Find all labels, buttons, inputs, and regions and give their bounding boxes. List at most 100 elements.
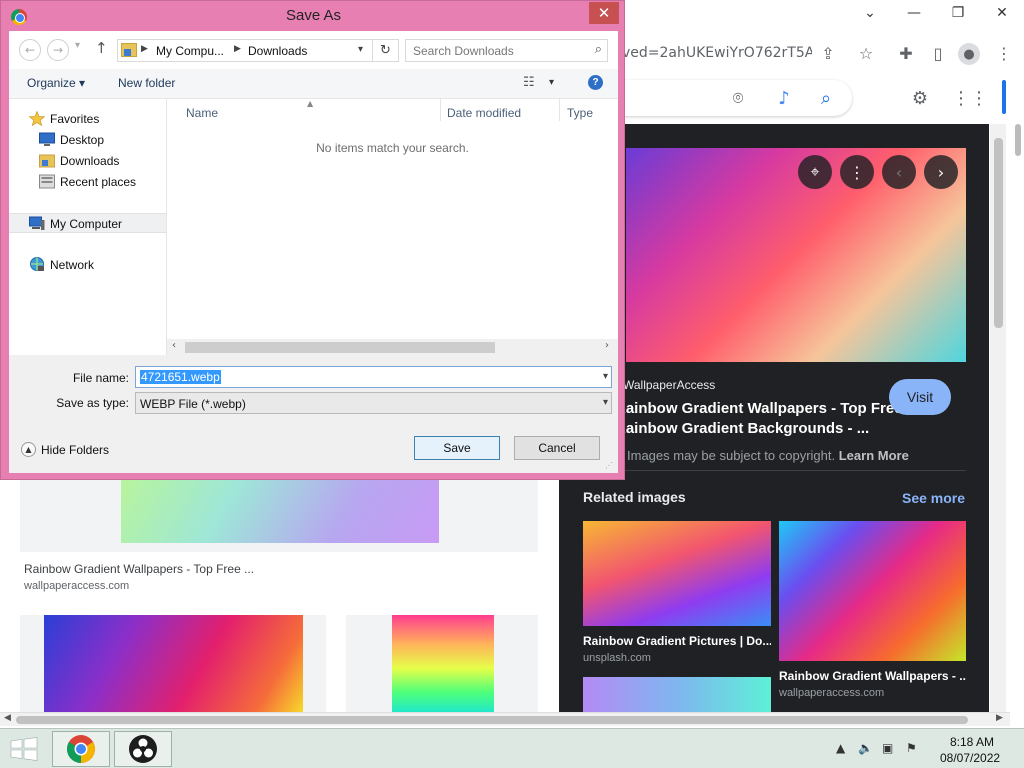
apps-grid-icon[interactable]: ⋮⋮ bbox=[952, 86, 988, 110]
extensions-icon[interactable]: ✚ bbox=[896, 43, 916, 63]
save-button[interactable]: Save bbox=[414, 436, 500, 460]
horizontal-scrollbar[interactable]: ◀ ▶ bbox=[0, 712, 1010, 726]
column-type[interactable]: Type bbox=[567, 106, 593, 120]
file-name-input[interactable]: 4721651.webp ▾ bbox=[135, 366, 612, 388]
taskbar-chrome[interactable] bbox=[52, 731, 110, 767]
preview-image[interactable] bbox=[626, 148, 966, 362]
help-icon[interactable]: ? bbox=[588, 75, 603, 90]
forward-arrow-icon[interactable]: → bbox=[47, 39, 69, 61]
camera-icon[interactable]: ⌾ bbox=[726, 86, 750, 110]
nav-favorites[interactable]: Favorites bbox=[9, 109, 166, 129]
breadcrumb-downloads[interactable]: Downloads bbox=[248, 44, 307, 58]
search-input[interactable] bbox=[406, 40, 586, 61]
result-image-tile[interactable] bbox=[20, 615, 326, 712]
clock-time[interactable]: 8:18 AM bbox=[950, 735, 994, 749]
scroll-left-icon[interactable]: ‹ bbox=[172, 340, 176, 351]
result-caption[interactable]: Rainbow Gradient Wallpapers - Top Free .… bbox=[24, 562, 254, 576]
back-arrow-icon[interactable]: ← bbox=[19, 39, 41, 61]
recent-locations-dropdown-icon[interactable]: ▾ bbox=[75, 40, 80, 51]
close-button[interactable]: ✕ bbox=[980, 0, 1024, 26]
side-panel-icon[interactable]: ▯ bbox=[928, 43, 948, 63]
scroll-right-icon[interactable]: › bbox=[605, 340, 609, 351]
nav-downloads[interactable]: Downloads bbox=[9, 151, 166, 171]
next-arrow-icon[interactable]: › bbox=[924, 155, 958, 189]
organize-menu[interactable]: Organize ▾ bbox=[27, 76, 85, 90]
scrollbar-thumb[interactable] bbox=[994, 138, 1003, 328]
action-center-icon[interactable]: ⚑ bbox=[906, 741, 917, 755]
learn-more-link[interactable]: Learn More bbox=[839, 448, 909, 463]
preview-title[interactable]: Rainbow Gradient Wallpapers - Top Free R… bbox=[615, 399, 915, 439]
profile-avatar-icon[interactable]: ● bbox=[958, 43, 980, 65]
save-as-type-select[interactable]: WEBP File (*.webp) ▾ bbox=[135, 392, 612, 414]
result-image-tile[interactable] bbox=[20, 470, 538, 552]
scrollbar-thumb[interactable] bbox=[16, 716, 968, 724]
taskbar-obs[interactable] bbox=[114, 731, 172, 767]
change-view-icon[interactable]: ☷ bbox=[523, 75, 535, 90]
bookmark-star-icon[interactable]: ☆ bbox=[856, 43, 876, 63]
microphone-icon[interactable]: ♪ bbox=[772, 86, 796, 110]
network-icon[interactable]: ▣ bbox=[882, 741, 893, 755]
more-options-icon[interactable]: ⋮ bbox=[840, 155, 874, 189]
address-bar[interactable]: ▶ My Compu... ▶ Downloads ▾ ↻ bbox=[117, 39, 399, 62]
column-name[interactable]: Name bbox=[186, 106, 218, 120]
nav-recent-places[interactable]: Recent places bbox=[9, 172, 166, 192]
share-icon[interactable]: ⇪ bbox=[818, 43, 838, 63]
volume-muted-icon[interactable]: 🔈 bbox=[858, 741, 873, 755]
minimize-button[interactable]: — bbox=[892, 0, 936, 26]
related-thumbnail[interactable] bbox=[583, 521, 771, 626]
column-separator[interactable] bbox=[440, 99, 441, 121]
save-as-type-dropdown-icon[interactable]: ▾ bbox=[603, 397, 608, 408]
clock-date[interactable]: 08/07/2022 bbox=[940, 751, 1000, 765]
dialog-close-button[interactable]: ✕ bbox=[589, 2, 619, 24]
settings-gear-icon[interactable]: ⚙ bbox=[908, 86, 932, 110]
search-icon[interactable]: ⌕ bbox=[595, 42, 602, 57]
restore-button[interactable]: ❐ bbox=[936, 0, 980, 26]
show-hidden-icons[interactable]: ▲ bbox=[836, 741, 845, 755]
see-more-link[interactable]: See more bbox=[902, 490, 965, 506]
search-icon[interactable]: ⌕ bbox=[814, 86, 838, 110]
scroll-left-icon[interactable]: ◀ bbox=[4, 713, 11, 723]
address-dropdown-icon[interactable]: ▾ bbox=[358, 44, 363, 55]
scrollbar-thumb[interactable] bbox=[1015, 124, 1021, 156]
visit-button[interactable]: Visit bbox=[889, 379, 951, 415]
related-thumbnail[interactable] bbox=[779, 521, 966, 661]
related-caption[interactable]: Rainbow Gradient Pictures | Do... bbox=[583, 634, 771, 648]
related-image-card[interactable] bbox=[583, 677, 771, 714]
start-button[interactable] bbox=[8, 735, 40, 763]
up-arrow-icon[interactable]: ↑ bbox=[95, 39, 108, 57]
more-options-icon[interactable]: ⋮ bbox=[994, 43, 1014, 63]
related-thumbnail[interactable] bbox=[583, 677, 771, 714]
page-scrollbar[interactable] bbox=[1010, 124, 1024, 714]
nav-network[interactable]: Network bbox=[9, 255, 166, 275]
result-thumbnail[interactable] bbox=[392, 615, 494, 712]
lens-search-icon[interactable]: ⌖ bbox=[798, 155, 832, 189]
breadcrumb-chevron-icon[interactable]: ▶ bbox=[141, 44, 148, 54]
column-separator[interactable] bbox=[559, 99, 560, 121]
omnibox[interactable]: ved=2ahUKEwiYrO762rT5Ah... ⇪ ☆ ✚ ▯ ● ⋮ bbox=[622, 36, 1024, 70]
collapse-arrow-icon[interactable]: ▲ bbox=[21, 442, 36, 457]
breadcrumb-chevron-icon[interactable]: ▶ bbox=[234, 44, 241, 54]
preview-source[interactable]: WallpaperAccess bbox=[623, 378, 715, 392]
url-text[interactable]: ved=2ahUKEwiYrO762rT5Ah... bbox=[622, 45, 812, 61]
scrollbar-thumb[interactable] bbox=[185, 342, 495, 353]
cancel-button[interactable]: Cancel bbox=[514, 436, 600, 460]
result-image-tile[interactable] bbox=[346, 615, 538, 712]
view-dropdown-icon[interactable]: ▾ bbox=[549, 77, 554, 88]
search-box[interactable]: ⌾ ♪ ⌕ bbox=[602, 80, 852, 116]
refresh-icon[interactable]: ↻ bbox=[372, 40, 398, 61]
nav-my-computer[interactable]: My Computer bbox=[9, 213, 166, 233]
search-downloads-box[interactable]: ⌕ bbox=[405, 39, 608, 62]
result-thumbnail[interactable] bbox=[121, 470, 439, 543]
related-image-card[interactable]: Rainbow Gradient Pictures | Do... unspla… bbox=[583, 521, 771, 664]
related-caption[interactable]: Rainbow Gradient Wallpapers - ... bbox=[779, 669, 966, 683]
result-thumbnail[interactable] bbox=[44, 615, 303, 712]
new-folder-button[interactable]: New folder bbox=[118, 76, 175, 90]
column-date-modified[interactable]: Date modified bbox=[447, 106, 521, 120]
nav-desktop[interactable]: Desktop bbox=[9, 130, 166, 150]
file-name-value[interactable]: 4721651.webp bbox=[140, 370, 221, 384]
hide-folders-label[interactable]: Hide Folders bbox=[41, 443, 109, 457]
related-image-card[interactable]: Rainbow Gradient Wallpapers - ... wallpa… bbox=[779, 521, 966, 699]
resize-grip-icon[interactable]: ⋰ bbox=[605, 461, 615, 471]
tab-search-icon[interactable]: ⌄ bbox=[848, 0, 892, 26]
breadcrumb-my-computer[interactable]: My Compu... bbox=[156, 44, 224, 58]
